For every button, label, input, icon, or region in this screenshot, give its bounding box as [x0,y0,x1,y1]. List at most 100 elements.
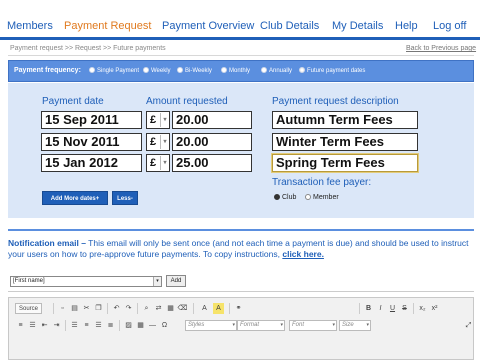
amount-field[interactable]: 20.00 [172,133,252,151]
align-right-icon[interactable]: ☰ [93,320,104,331]
nav-help[interactable]: Help [395,20,418,32]
link-icon[interactable]: ⚭ [233,303,244,314]
bold-button[interactable]: B [363,303,374,314]
nav-payment-overview[interactable]: Payment Overview [162,20,254,32]
add-more-dates-button[interactable]: Add More dates+ [42,191,108,205]
frequency-option-annually[interactable]: Annually [261,67,292,74]
currency-select[interactable]: £ ▾ [146,111,170,129]
description-field[interactable]: Winter Term Fees [272,133,418,151]
format-dropdown[interactable]: Format ▾ [237,320,285,331]
superscript-button[interactable]: x² [429,303,440,314]
payment-date-field[interactable]: 15 Sep 2011 [41,111,142,129]
select-all-icon[interactable]: ▦ [165,303,176,314]
notification-instructions: Notification email – This email will onl… [8,238,474,260]
table-icon[interactable]: ▦ [135,320,146,331]
fee-option-club[interactable]: Club [274,194,296,201]
divider [8,55,474,56]
special-char-icon[interactable]: Ω [159,320,170,331]
align-center-icon[interactable]: ≡ [81,320,92,331]
remove-format-icon[interactable]: ⌫ [177,303,188,314]
frequency-option-future-dates[interactable]: Future payment dates [299,67,365,74]
cut-icon[interactable]: ✂ [81,303,92,314]
currency-symbol: £ [150,157,157,169]
currency-symbol: £ [150,136,157,148]
amount-field[interactable]: 20.00 [172,111,252,129]
background-color-icon[interactable]: A [213,303,224,314]
header-amount-requested: Amount requested [146,96,228,107]
underline-button[interactable]: U [387,303,398,314]
frequency-option-single[interactable]: Single Payment [89,67,139,74]
undo-icon[interactable]: ↶ [111,303,122,314]
frequency-bar: Payment frequency: Single Payment Weekly… [8,60,474,82]
option-label: Member [313,194,339,201]
radio-icon[interactable] [143,67,149,73]
top-navigation: Members Payment Request Payment Overview… [0,0,480,40]
italic-button[interactable]: I [375,303,386,314]
radio-selected-icon[interactable] [299,67,305,73]
dropdown-label: Format [240,322,260,328]
nav-my-details[interactable]: My Details [332,20,383,32]
redo-icon[interactable]: ↷ [123,303,134,314]
option-label: Monthly [229,68,251,74]
currency-symbol: £ [150,114,157,126]
numbered-list-icon[interactable]: ≡ [15,320,26,331]
subscript-button[interactable]: x₂ [417,303,428,314]
source-label: Source [19,306,39,312]
copy-icon[interactable]: ❐ [93,303,104,314]
chevron-down-icon: ▾ [153,277,161,286]
fee-payer-label: Transaction fee payer: [272,177,372,188]
payment-date-field[interactable]: 15 Jan 2012 [41,154,142,172]
outdent-icon[interactable]: ⇤ [39,320,50,331]
nav-payment-request[interactable]: Payment Request [64,20,151,32]
description-field[interactable]: Autumn Term Fees [272,111,418,129]
horizontal-rule-icon[interactable]: ― [147,320,158,331]
nav-club-details[interactable]: Club Details [260,20,319,32]
radio-icon[interactable] [89,67,95,73]
frequency-option-biweekly[interactable]: Bi-Weekly [177,67,212,74]
justify-icon[interactable]: ≣ [105,320,116,331]
nav-members[interactable]: Members [7,20,53,32]
separator [107,303,108,314]
indent-icon[interactable]: ⇥ [51,320,62,331]
align-left-icon[interactable]: ☰ [69,320,80,331]
separator [119,320,120,331]
merge-field-select[interactable]: [First name] ▾ [10,276,162,287]
radio-icon[interactable] [177,67,183,73]
radio-selected-icon[interactable] [274,194,280,200]
less-button[interactable]: Less- [112,191,138,205]
click-here-link[interactable]: click here. [282,249,324,259]
notification-heading: Notification email – [8,238,86,248]
find-icon[interactable]: ⌕ [141,303,152,314]
divider [8,291,474,292]
source-button[interactable]: Source [15,303,43,314]
section-divider [8,229,474,231]
bulleted-list-icon[interactable]: ☰ [27,320,38,331]
preview-icon[interactable]: ▤ [69,303,80,314]
separator [359,303,360,314]
description-field[interactable]: Spring Term Fees [272,154,418,172]
frequency-option-weekly[interactable]: Weekly [143,67,171,74]
amount-field[interactable]: 25.00 [172,154,252,172]
nav-log-off[interactable]: Log off [433,20,466,32]
styles-dropdown[interactable]: Styles ▾ [185,320,237,331]
currency-select[interactable]: £ ▾ [146,154,170,172]
fee-option-member[interactable]: Member [305,194,339,201]
option-label: Single Payment [97,68,140,74]
currency-select[interactable]: £ ▾ [146,133,170,151]
radio-icon[interactable] [305,194,311,200]
new-page-icon[interactable]: ▫ [57,303,68,314]
payment-date-field[interactable]: 15 Nov 2011 [41,133,142,151]
text-color-icon[interactable]: A [199,303,210,314]
font-dropdown[interactable]: Font ▾ [289,320,337,331]
strikethrough-button[interactable]: S [399,303,410,314]
radio-icon[interactable] [261,67,267,73]
back-link[interactable]: Back to Previous page [406,45,476,52]
frequency-option-monthly[interactable]: Monthly [221,67,250,74]
rich-text-editor: Source ▫ ▤ ✂ ❐ ↶ ↷ ⌕ ⇄ ▦ ⌫ A A ⚭ B I U S… [8,297,474,360]
radio-icon[interactable] [221,67,227,73]
image-icon[interactable]: ▨ [123,320,134,331]
replace-icon[interactable]: ⇄ [153,303,164,314]
maximize-icon[interactable]: ⤢ [463,320,474,331]
size-dropdown[interactable]: Size ▾ [339,320,371,331]
add-field-button[interactable]: Add [166,275,186,287]
